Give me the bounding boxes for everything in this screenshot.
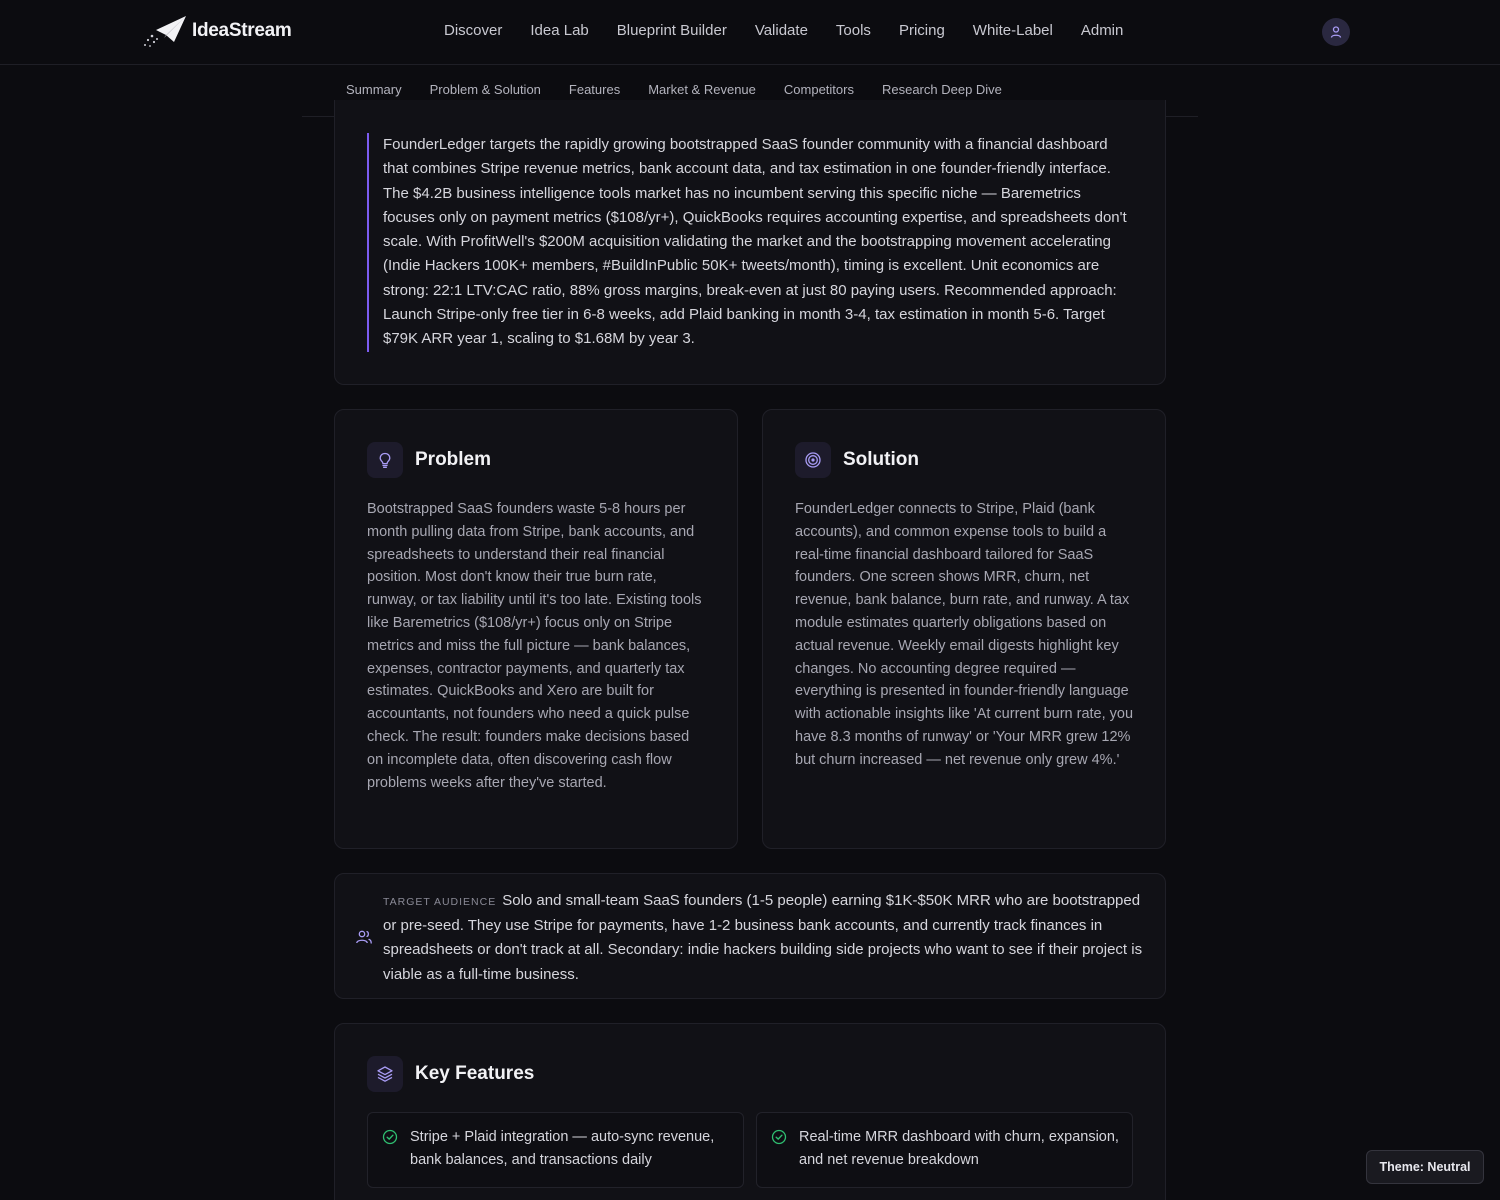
theme-toggle-button[interactable]: Theme: Neutral [1366, 1150, 1484, 1184]
nav-admin[interactable]: Admin [1081, 22, 1124, 39]
check-circle-icon [771, 1129, 787, 1145]
subnav-research-deep-dive[interactable]: Research Deep Dive [882, 82, 1002, 97]
problem-text: Bootstrapped SaaS founders waste 5-8 hou… [367, 501, 702, 791]
subnav-problem-solution[interactable]: Problem & Solution [430, 82, 541, 97]
nav-idea-lab[interactable]: Idea Lab [530, 22, 588, 39]
subnav-competitors[interactable]: Competitors [784, 82, 854, 97]
target-audience-card: Target Audience Solo and small-team SaaS … [334, 873, 1166, 999]
nav-discover[interactable]: Discover [444, 22, 502, 39]
problem-card: Problem Bootstrapped SaaS founders waste… [334, 409, 738, 849]
brand-logo[interactable]: IdeaStream [142, 14, 292, 48]
feature-text: Stripe + Plaid integration — auto-sync r… [410, 1129, 715, 1168]
solution-title: Solution [843, 449, 919, 470]
solution-card: Solution FounderLedger connects to Strip… [762, 409, 1166, 849]
target-icon [795, 442, 831, 478]
users-icon [356, 930, 372, 944]
summary-card: FounderLedger targets the rapidly growin… [334, 100, 1166, 385]
nav-pricing[interactable]: Pricing [899, 22, 945, 39]
subnav-features[interactable]: Features [569, 82, 620, 97]
brand-name: IdeaStream [192, 20, 292, 41]
nav-blueprint-builder[interactable]: Blueprint Builder [617, 22, 727, 39]
paper-plane-icon [144, 16, 186, 47]
layers-icon [367, 1056, 403, 1092]
subnav-summary[interactable]: Summary [346, 82, 402, 97]
subnav-market-revenue[interactable]: Market & Revenue [648, 82, 756, 97]
target-audience-description: Solo and small-team SaaS founders (1-5 p… [383, 892, 1143, 983]
problem-title: Problem [415, 449, 492, 470]
user-icon [1330, 26, 1342, 38]
summary-text: FounderLedger targets the rapidly growin… [367, 133, 1135, 352]
nav-validate[interactable]: Validate [755, 22, 808, 39]
solution-text: FounderLedger connects to Stripe, Plaid … [795, 501, 1134, 768]
target-audience-text: Target Audience Solo and small-team SaaS … [383, 889, 1151, 987]
top-navbar: IdeaStream Discover Idea Lab Blueprint B… [0, 0, 1500, 65]
target-audience-label: Target Audience [383, 896, 497, 908]
nav-white-label[interactable]: White-Label [973, 22, 1053, 39]
key-features-card: Key Features Stripe + Plaid integration … [334, 1023, 1166, 1200]
feature-item: Stripe + Plaid integration — auto-sync r… [367, 1112, 744, 1188]
feature-item: Real-time MRR dashboard with churn, expa… [756, 1112, 1133, 1188]
nav-tools[interactable]: Tools [836, 22, 871, 39]
user-avatar-button[interactable] [1322, 18, 1350, 46]
check-circle-icon [382, 1129, 398, 1145]
main-nav: Discover Idea Lab Blueprint Builder Vali… [444, 22, 1123, 39]
feature-text: Real-time MRR dashboard with churn, expa… [799, 1129, 1119, 1168]
lightbulb-icon [367, 442, 403, 478]
key-features-title: Key Features [415, 1063, 535, 1084]
